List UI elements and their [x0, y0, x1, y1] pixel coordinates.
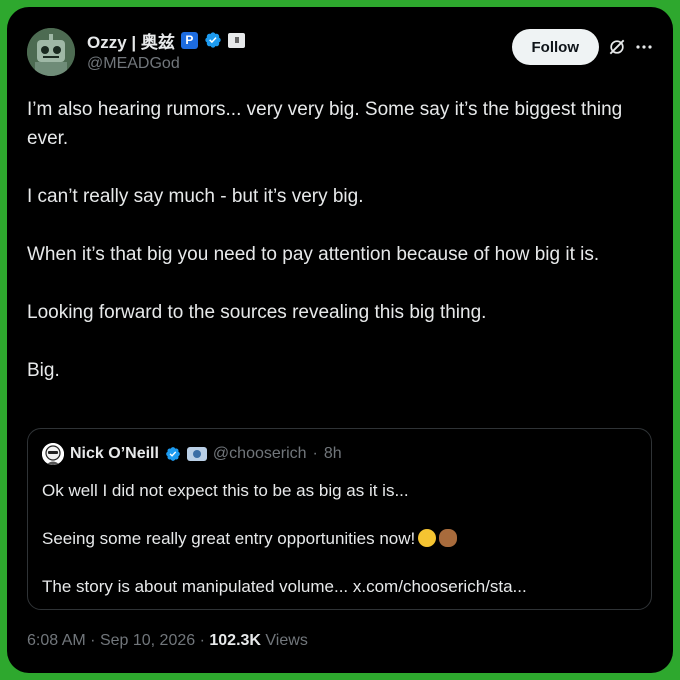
see-no-evil-monkey-emoji-icon — [439, 529, 458, 547]
views-label: Views — [265, 632, 308, 649]
quoted-tweet-time[interactable]: 8h — [324, 445, 342, 463]
tweet-date[interactable]: Sep 10, 2026 — [100, 632, 195, 649]
separator-dot: · — [90, 632, 96, 649]
p-badge-icon: P — [180, 31, 198, 49]
tweet-header: Ozzy | 奥兹 P @MEADGod Follow — [27, 27, 653, 87]
separator-dot: · — [312, 445, 318, 462]
author-name-row: Ozzy | 奥兹 P — [87, 28, 245, 53]
grok-icon[interactable] — [607, 37, 627, 57]
tweet-card: Ozzy | 奥兹 P @MEADGod Follow I’m also hea… — [7, 7, 673, 673]
author-handle[interactable]: @MEADGod — [87, 55, 245, 73]
tweet-paragraph: Looking forward to the sources revealing… — [27, 302, 487, 323]
more-icon[interactable] — [635, 39, 653, 55]
quoted-tweet-header: Nick O’Neill @chooserich · 8h — [42, 443, 342, 465]
quoted-tweet[interactable]: Nick O’Neill @chooserich · 8h Ok well I … — [27, 428, 652, 610]
quoted-author-avatar[interactable] — [42, 443, 64, 465]
tweet-paragraph: When it’s that big you need to pay atten… — [27, 244, 600, 265]
author-info: Ozzy | 奥兹 P @MEADGod — [87, 29, 245, 73]
tweet-paragraph: Big. — [27, 360, 60, 381]
verified-badge-icon — [166, 447, 180, 461]
follow-button[interactable]: Follow — [511, 29, 599, 65]
quoted-line: Ok well I did not expect this to be as b… — [42, 481, 409, 500]
quoted-line: Seeing some really great entry opportuni… — [42, 529, 416, 548]
tweet-paragraph: I’m also hearing rumors... very very big… — [27, 99, 623, 149]
tweet-text: I’m also hearing rumors... very very big… — [27, 95, 647, 414]
tweet-paragraph: I can’t really say much - but it’s very … — [27, 186, 364, 207]
cartoon-avatar-icon — [42, 443, 64, 465]
separator-dot: · — [199, 632, 205, 649]
robot-avatar-icon — [27, 28, 75, 76]
author-avatar[interactable] — [27, 28, 75, 76]
quoted-author-handle[interactable]: @chooserich — [213, 445, 307, 463]
quoted-author-name[interactable]: Nick O’Neill — [70, 445, 159, 463]
affiliate-badge-icon — [186, 447, 207, 461]
grinning-sweat-emoji-icon — [418, 529, 437, 547]
tweet-meta: 6:08 AM · Sep 10, 2026 · 102.3K Views — [27, 632, 308, 650]
verified-badge-icon — [205, 32, 221, 48]
quoted-line-with-emoji: Seeing some really great entry opportuni… — [42, 527, 637, 551]
views-count: 102.3K — [209, 632, 261, 649]
quoted-tweet-text: Ok well I did not expect this to be as b… — [42, 479, 637, 623]
tweet-time[interactable]: 6:08 AM — [27, 632, 86, 649]
quoted-line: The story is about manipulated volume...… — [42, 577, 527, 596]
author-display-name[interactable]: Ozzy | 奥兹 — [87, 28, 175, 53]
affiliate-badge-icon — [227, 32, 245, 48]
